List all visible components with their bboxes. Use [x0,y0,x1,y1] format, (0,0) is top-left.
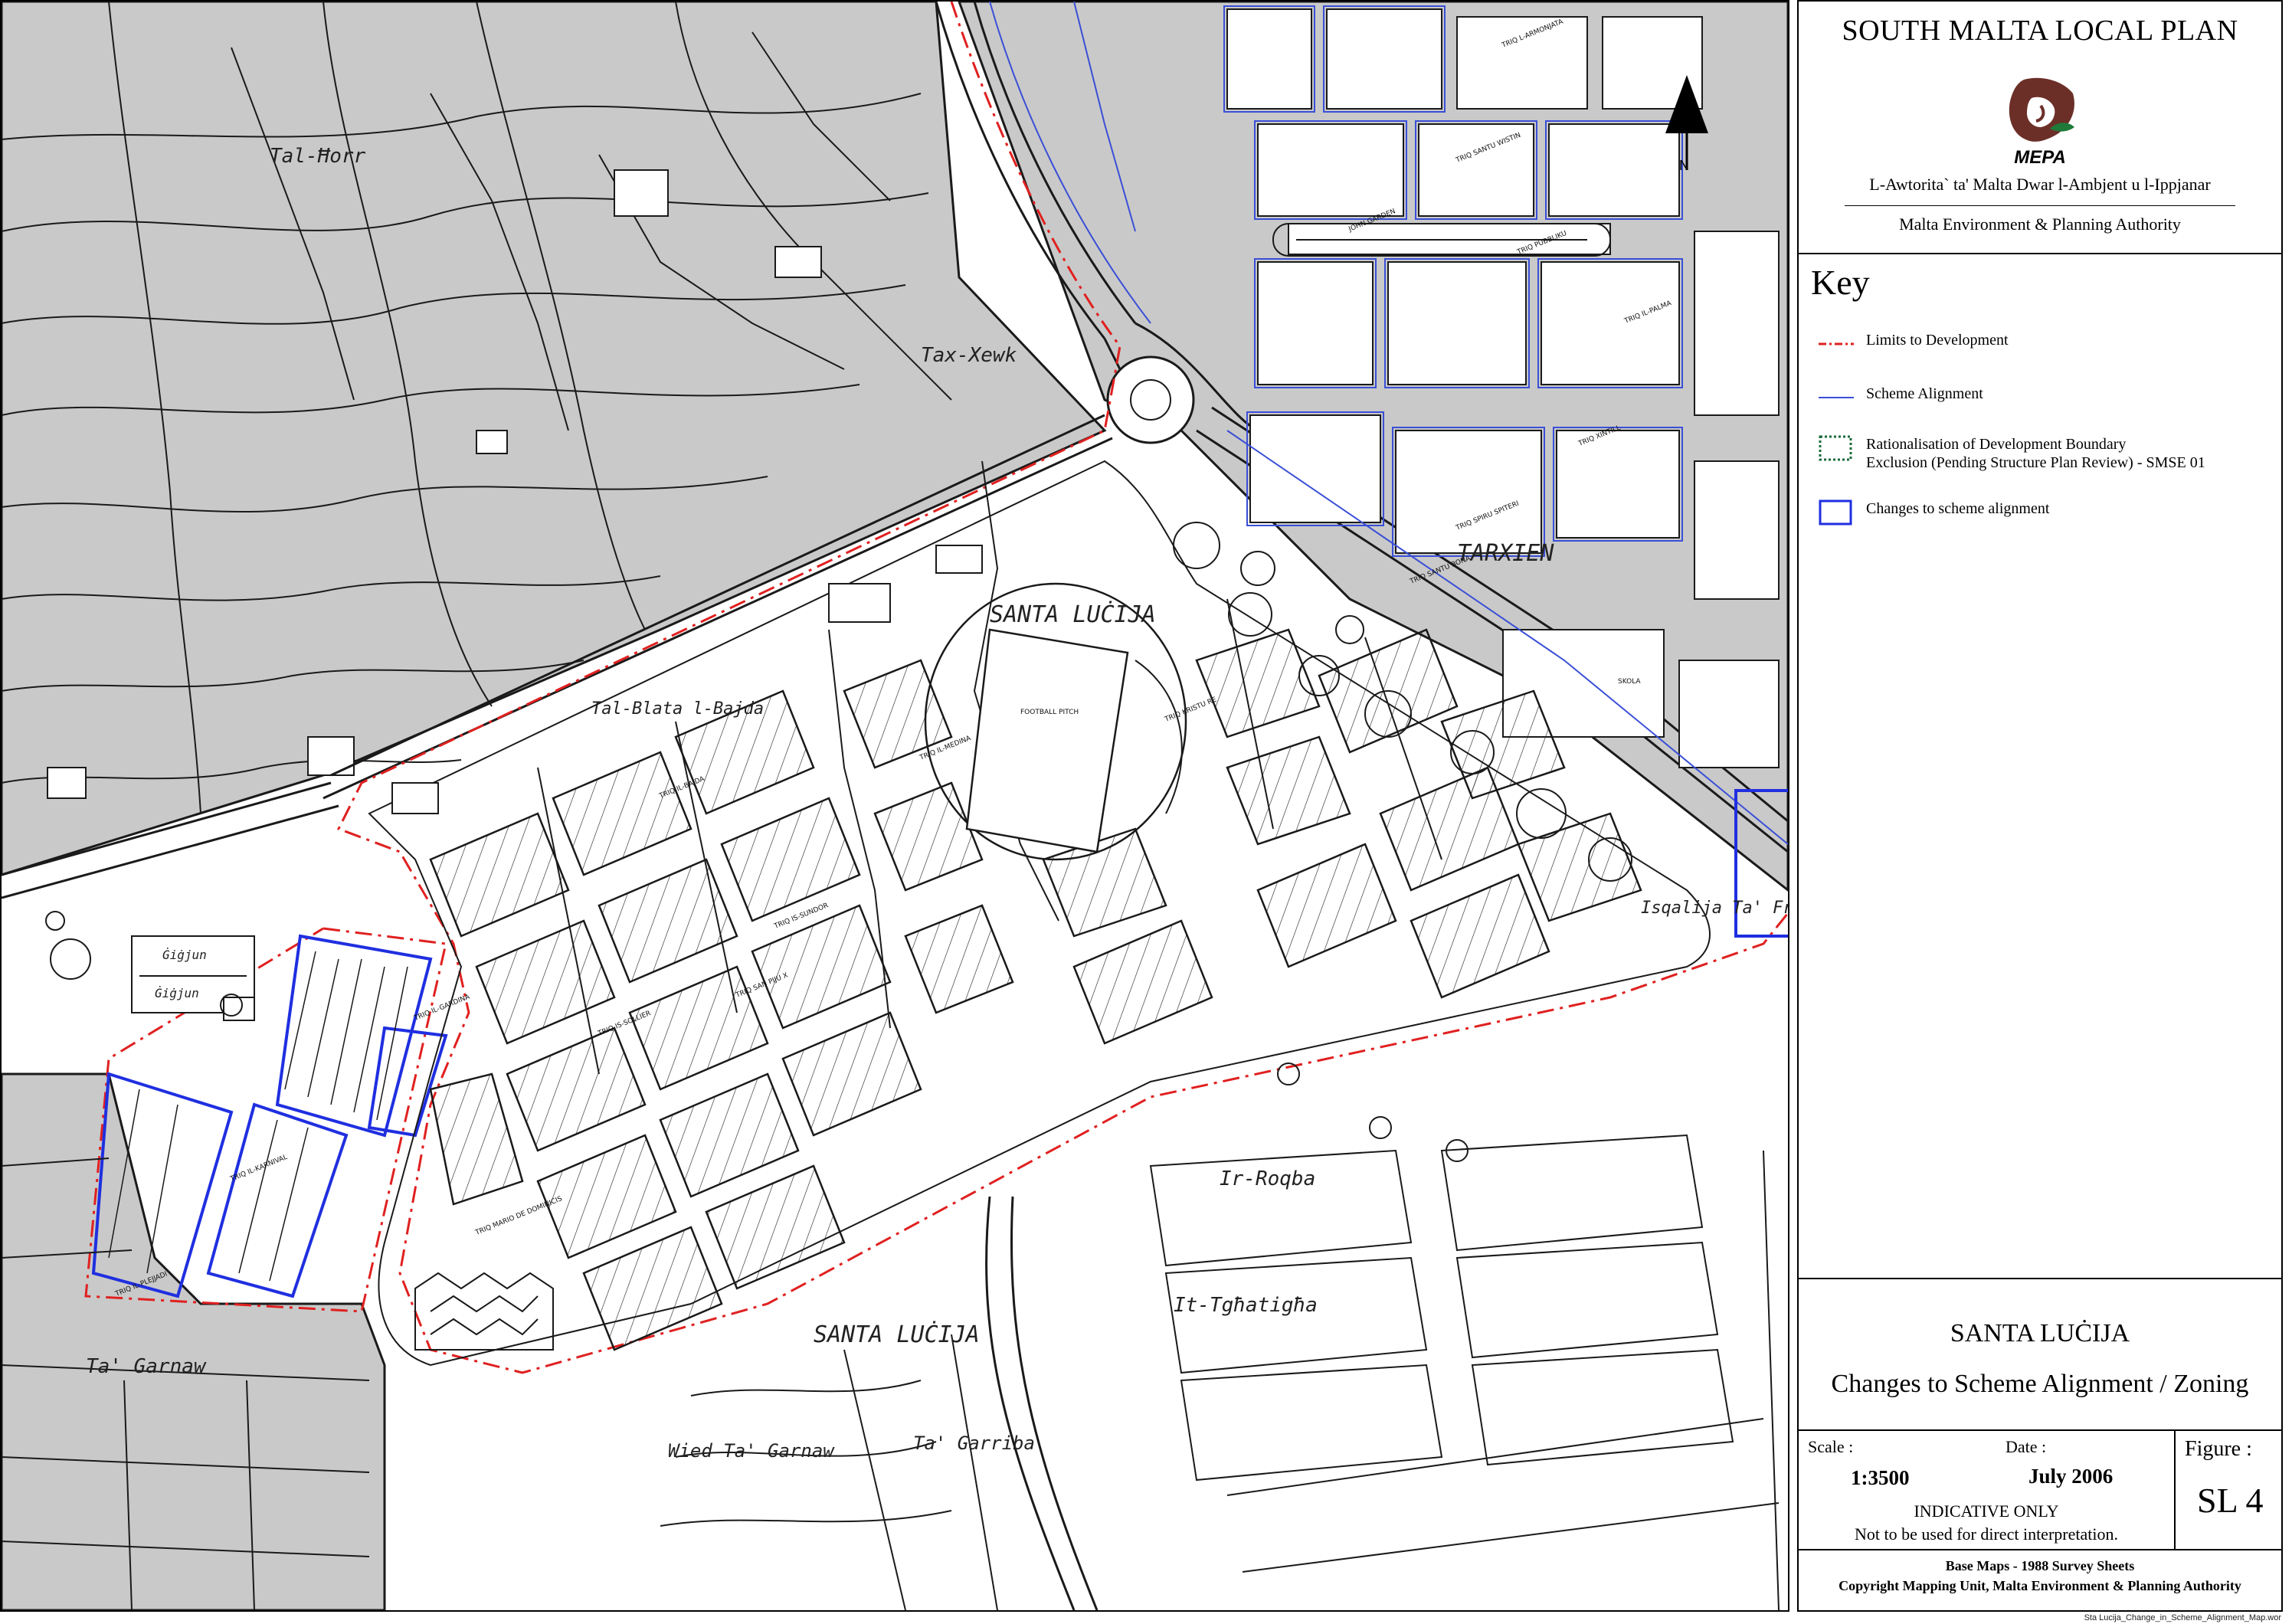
map-subtitle: Changes to Scheme Alignment / Zoning [1831,1370,2249,1398]
label-tarxien: TARXIEN [1457,540,1554,567]
plan-title: SOUTH MALTA LOCAL PLAN [1842,15,2238,47]
key-label-rationalisation-line1: Rationalisation of Development Boundary [1866,436,2127,453]
key-label-changes: Changes to scheme alignment [1866,500,2050,517]
label-santa-lucija-north: SANTA LUĊIJA [990,600,1156,628]
indicative-note: INDICATIVE ONLY [1914,1501,2059,1521]
title-section: SANTA LUĊIJA Changes to Scheme Alignment… [1799,1278,2281,1431]
roundabout [1106,355,1195,444]
footer-section: Base Maps - 1988 Survey Sheets Copyright… [1799,1550,2281,1612]
figure-value: SL 4 [2197,1481,2264,1520]
info-section: Scale : 1:3500 Date : July 2006 INDICATI… [1799,1431,2281,1550]
label-tax-xewk: Tax-Xewk [921,344,1017,367]
key-section: Key Limits to Development Scheme Alignme… [1799,254,2281,1278]
label-football-pitch: FOOTBALL PITCH [1020,709,1079,716]
label-ta-garriba: Ta' Garriba [913,1432,1035,1454]
street-label: TRIQ MARIO DE DOMINICIS [473,1195,563,1237]
map-canvas[interactable]: Tal-Ħorr Tax-Xewk SANTA LUĊIJA Tal-Blata… [0,0,1789,1612]
street-label: TRIQ KRISTU RE [1163,696,1217,725]
base-maps-note: Base Maps - 1988 Survey Sheets [1945,1558,2135,1573]
key-item-changes: Changes to scheme alignment [1817,499,2277,545]
key-label-scheme: Scheme Alignment [1866,385,1983,402]
file-name: Sta Lucija_Change_in_Scheme_Alignment_Ma… [2084,1613,2281,1622]
label-santa-lucija-south: SANTA LUĊIJA [814,1320,980,1348]
gigjun-area [45,911,255,1021]
stepped-block [414,1272,554,1351]
key-title: Key [1811,263,1870,302]
date-value: July 2006 [2028,1465,2114,1488]
divider [1845,205,2235,206]
label-tal-horr: Tal-Ħorr [270,145,366,168]
label-it-tghatigha: It-Tgħatigħa [1174,1294,1318,1317]
label-gigjun-1: Ġiġjun [162,948,207,962]
grey-zone-northwest [2,2,1107,876]
svg-text:N: N [1679,158,1689,173]
figure-label: Figure : [2185,1437,2252,1461]
scale-value: 1:3500 [1851,1466,1910,1489]
label-wied-ta-garnaw: Wied Ta' Garnaw [668,1440,835,1462]
label-gigjun-2: Ġiġjun [155,986,199,1000]
label-skola: SKOLA [1618,678,1641,686]
scale-date-box: Scale : 1:3500 Date : July 2006 INDICATI… [1799,1431,2176,1550]
key-label-rationalisation-line2: Exclusion (Pending Structure Plan Review… [1866,454,2205,471]
label-ta-garnaw: Ta' Garnaw [86,1355,207,1378]
authority-name-english: Malta Environment & Planning Authority [1899,214,2181,234]
blue-line-icon [1819,397,1854,398]
interpretation-note: Not to be used for direct interpretation… [1855,1524,2118,1544]
key-item-rationalisation: Rationalisation of Development Boundary … [1817,435,2277,481]
blue-box-icon [1819,499,1852,526]
key-label-rationalisation: Rationalisation of Development Boundary … [1866,435,2205,472]
header-section: SOUTH MALTA LOCAL PLAN MEPA L-Awtorita` … [1799,2,2281,254]
place-title: SANTA LUĊIJA [1950,1319,2130,1347]
mepa-logo-text: MEPA [2014,147,2066,168]
authority-name-maltese: L-Awtorita` ta' Malta Dwar l-Ambjent u l… [1869,175,2211,194]
green-dotted-box-icon [1819,435,1852,461]
copyright-note: Copyright Mapping Unit, Malta Environmen… [1839,1578,2241,1593]
scale-label: Scale : [1808,1437,1854,1456]
key-item-scheme: Scheme Alignment [1817,385,2277,431]
date-label: Date : [2005,1437,2047,1456]
key-item-limits: Limits to Development [1817,331,2277,377]
map-drawing: Tal-Ħorr Tax-Xewk SANTA LUĊIJA Tal-Blata… [2,2,1788,1610]
label-isqalija: Isqalija Ta' Fra [1641,899,1788,918]
label-ir-roqba: Ir-Roqba [1220,1167,1315,1190]
key-label-limits: Limits to Development [1866,332,2009,349]
label-tal-blata: Tal-Blata l-Bajda [591,699,764,719]
red-dash-dot-line-icon [1819,342,1854,345]
grey-zone-southwest [2,1072,386,1610]
legend-panel: SOUTH MALTA LOCAL PLAN MEPA L-Awtorita` … [1797,0,2283,1612]
